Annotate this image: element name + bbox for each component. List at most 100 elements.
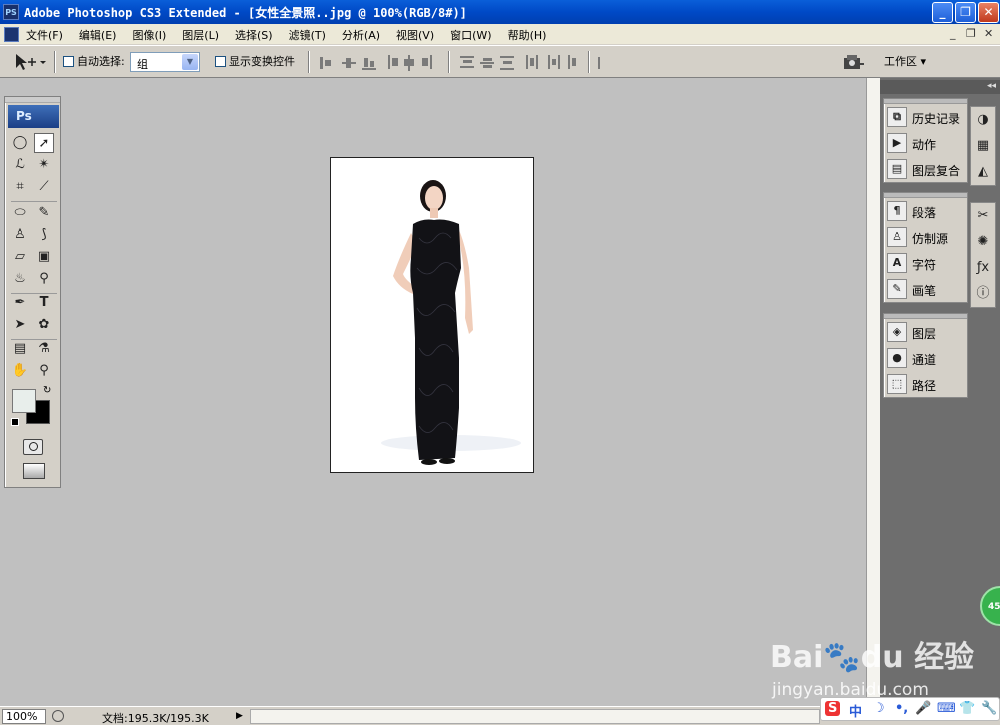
sogou-ime-icon[interactable]: S <box>825 701 841 716</box>
show-transform-label: 显示变换控件 <box>229 55 295 68</box>
auto-select-dropdown[interactable]: 组 ▼ <box>130 52 200 72</box>
menu-window[interactable]: 窗口(W) <box>448 27 497 43</box>
menu-view[interactable]: 视图(V) <box>394 27 440 43</box>
pen-tool-icon[interactable]: ✒ <box>10 293 30 313</box>
tool-presets-icon[interactable]: ✂ <box>971 203 995 229</box>
swatches-icon[interactable]: ▦ <box>971 133 995 159</box>
collapse-dock-icon[interactable]: ◂◂ <box>987 81 996 91</box>
magic-wand-tool-icon[interactable]: ✴ <box>34 155 54 175</box>
custom-shape-tool-icon[interactable]: ✿ <box>34 315 54 335</box>
panel-item-layer-comps[interactable]: ▤ 图层复合 <box>884 156 967 182</box>
ime-keyboard-icon[interactable]: ⌨ <box>937 701 956 716</box>
brush-tool-icon[interactable]: ✎ <box>34 203 54 223</box>
gradient-tool-icon[interactable]: ▣ <box>34 247 54 267</box>
slice-tool-icon[interactable]: ⟋ <box>34 177 54 197</box>
hand-tool-icon[interactable]: ✋ <box>10 361 30 381</box>
menu-select[interactable]: 选择(S) <box>233 27 279 43</box>
auto-select-checkbox[interactable] <box>63 56 74 67</box>
align-distribute-icons <box>320 55 600 71</box>
document-icon[interactable] <box>4 27 19 42</box>
doc-close-button[interactable]: ✕ <box>984 27 993 40</box>
menu-filter[interactable]: 滤镜(T) <box>287 27 332 43</box>
menu-analysis[interactable]: 分析(A) <box>340 27 386 43</box>
panel-group-history: ⧉ 历史记录 ▶ 动作 ▤ 图层复合 <box>883 98 968 183</box>
ime-settings-icon[interactable]: 🔧 <box>981 701 997 716</box>
navigator-icon[interactable]: ◑ <box>971 107 995 133</box>
panel-item-channels[interactable]: ● 通道 <box>884 345 967 371</box>
menu-help[interactable]: 帮助(H) <box>506 27 553 43</box>
watermark-logo-text: Bai <box>770 640 824 675</box>
tool-preset-picker[interactable] <box>12 52 46 72</box>
status-icon[interactable] <box>52 710 64 722</box>
eyedropper-tool-icon[interactable]: ⚗ <box>34 339 54 359</box>
default-colors-icon[interactable] <box>11 418 19 426</box>
path-selection-tool-icon[interactable]: ➤ <box>10 315 30 335</box>
histogram-icon[interactable]: ◭ <box>971 159 995 185</box>
move-tool-icon[interactable]: ➚ <box>34 133 54 153</box>
layers-icon: ◈ <box>887 322 907 342</box>
fx-icon[interactable]: ƒx <box>971 255 995 281</box>
eraser-tool-icon[interactable]: ▱ <box>10 247 30 267</box>
baidu-jingyan-watermark-logo: Bai🐾du 经验 <box>770 632 974 676</box>
panel-item-character[interactable]: A 字符 <box>884 250 967 276</box>
status-menu-arrow-icon[interactable]: ▶ <box>236 710 247 723</box>
quick-mask-icon[interactable] <box>23 439 43 455</box>
panel-item-paragraph[interactable]: ¶ 段落 <box>884 198 967 224</box>
ime-toolbar[interactable]: S 中 ☽ •, 🎤 ⌨ 👕 🔧 <box>820 697 1000 721</box>
panel-item-paths[interactable]: ⬚ 路径 <box>884 371 967 397</box>
panel-icons-column-1: ◑ ▦ ◭ <box>970 106 996 186</box>
styles-icon[interactable]: ✺ <box>971 229 995 255</box>
ime-mic-icon[interactable]: 🎤 <box>915 701 931 716</box>
window-title: Adobe Photoshop CS3 Extended - [女性全景照..j… <box>24 6 467 20</box>
screen-mode-icon[interactable] <box>23 463 45 479</box>
panel-item-brushes[interactable]: ✎ 画笔 <box>884 276 967 302</box>
menu-items: 文件(F) 编辑(E) 图像(I) 图层(L) 选择(S) 滤镜(T) 分析(A… <box>24 27 560 43</box>
zoom-tool-icon[interactable]: ⚲ <box>34 361 54 381</box>
panel-item-layers[interactable]: ◈ 图层 <box>884 319 967 345</box>
crop-tool-icon[interactable]: ⌗ <box>10 177 30 197</box>
clone-stamp-tool-icon[interactable]: ♙ <box>10 225 30 245</box>
swap-colors-icon[interactable]: ↻ <box>43 385 51 396</box>
panel-label: 路径 <box>912 379 937 393</box>
doc-minimize-button[interactable]: _ <box>950 27 956 40</box>
menu-file[interactable]: 文件(F) <box>24 27 69 43</box>
horizontal-scrollbar[interactable] <box>250 709 820 724</box>
notes-tool-icon[interactable]: ▤ <box>10 339 30 359</box>
history-brush-tool-icon[interactable]: ⟆ <box>34 225 54 245</box>
zoom-level-field[interactable]: 100% <box>2 709 46 724</box>
lasso-tool-icon[interactable]: ℒ <box>10 155 30 175</box>
ime-punct-icon[interactable]: •, <box>895 701 908 716</box>
show-transform-checkbox[interactable] <box>215 56 226 67</box>
close-button[interactable]: ✕ <box>978 2 999 23</box>
blur-tool-icon[interactable]: ♨ <box>10 269 30 289</box>
doc-restore-button[interactable]: ❐ <box>966 27 976 40</box>
photoshop-app-icon[interactable]: PS <box>3 4 19 20</box>
dodge-tool-icon[interactable]: ⚲ <box>34 269 54 289</box>
panel-item-history[interactable]: ⧉ 历史记录 <box>884 104 967 130</box>
menu-layer[interactable]: 图层(L) <box>180 27 225 43</box>
image-canvas[interactable] <box>330 157 534 473</box>
foreground-color-swatch[interactable] <box>12 389 36 413</box>
separator <box>54 51 56 73</box>
panel-item-actions[interactable]: ▶ 动作 <box>884 130 967 156</box>
toolbox-grip[interactable] <box>5 97 60 103</box>
document-size-info: 文档:195.3K/195.3K <box>102 712 209 725</box>
chevron-down-icon: ▼ <box>182 54 198 70</box>
ime-moon-icon[interactable]: ☽ <box>873 701 885 716</box>
ime-skin-icon[interactable]: 👕 <box>959 701 975 716</box>
marquee-tool-icon[interactable]: ◯ <box>10 133 30 153</box>
workspace-menu-button[interactable]: 工作区 ▾ <box>884 53 926 69</box>
type-tool-icon[interactable]: T <box>34 293 54 313</box>
menu-image[interactable]: 图像(I) <box>130 27 172 43</box>
dock-header[interactable]: ◂◂ <box>880 80 1000 94</box>
toolbox-ps-logo[interactable]: Ps <box>8 105 59 128</box>
info-icon[interactable]: ⓘ <box>971 281 995 307</box>
maximize-button[interactable]: ❐ <box>955 2 976 23</box>
menu-edit[interactable]: 编辑(E) <box>77 27 123 43</box>
ime-chinese-mode[interactable]: 中 <box>849 701 862 720</box>
minimize-button[interactable]: _ <box>932 2 953 23</box>
panel-item-clone-source[interactable]: ♙ 仿制源 <box>884 224 967 250</box>
vertical-scrollbar[interactable] <box>866 78 880 706</box>
file-browser-icon[interactable] <box>842 53 866 71</box>
healing-brush-tool-icon[interactable]: ⬭ <box>10 203 30 223</box>
